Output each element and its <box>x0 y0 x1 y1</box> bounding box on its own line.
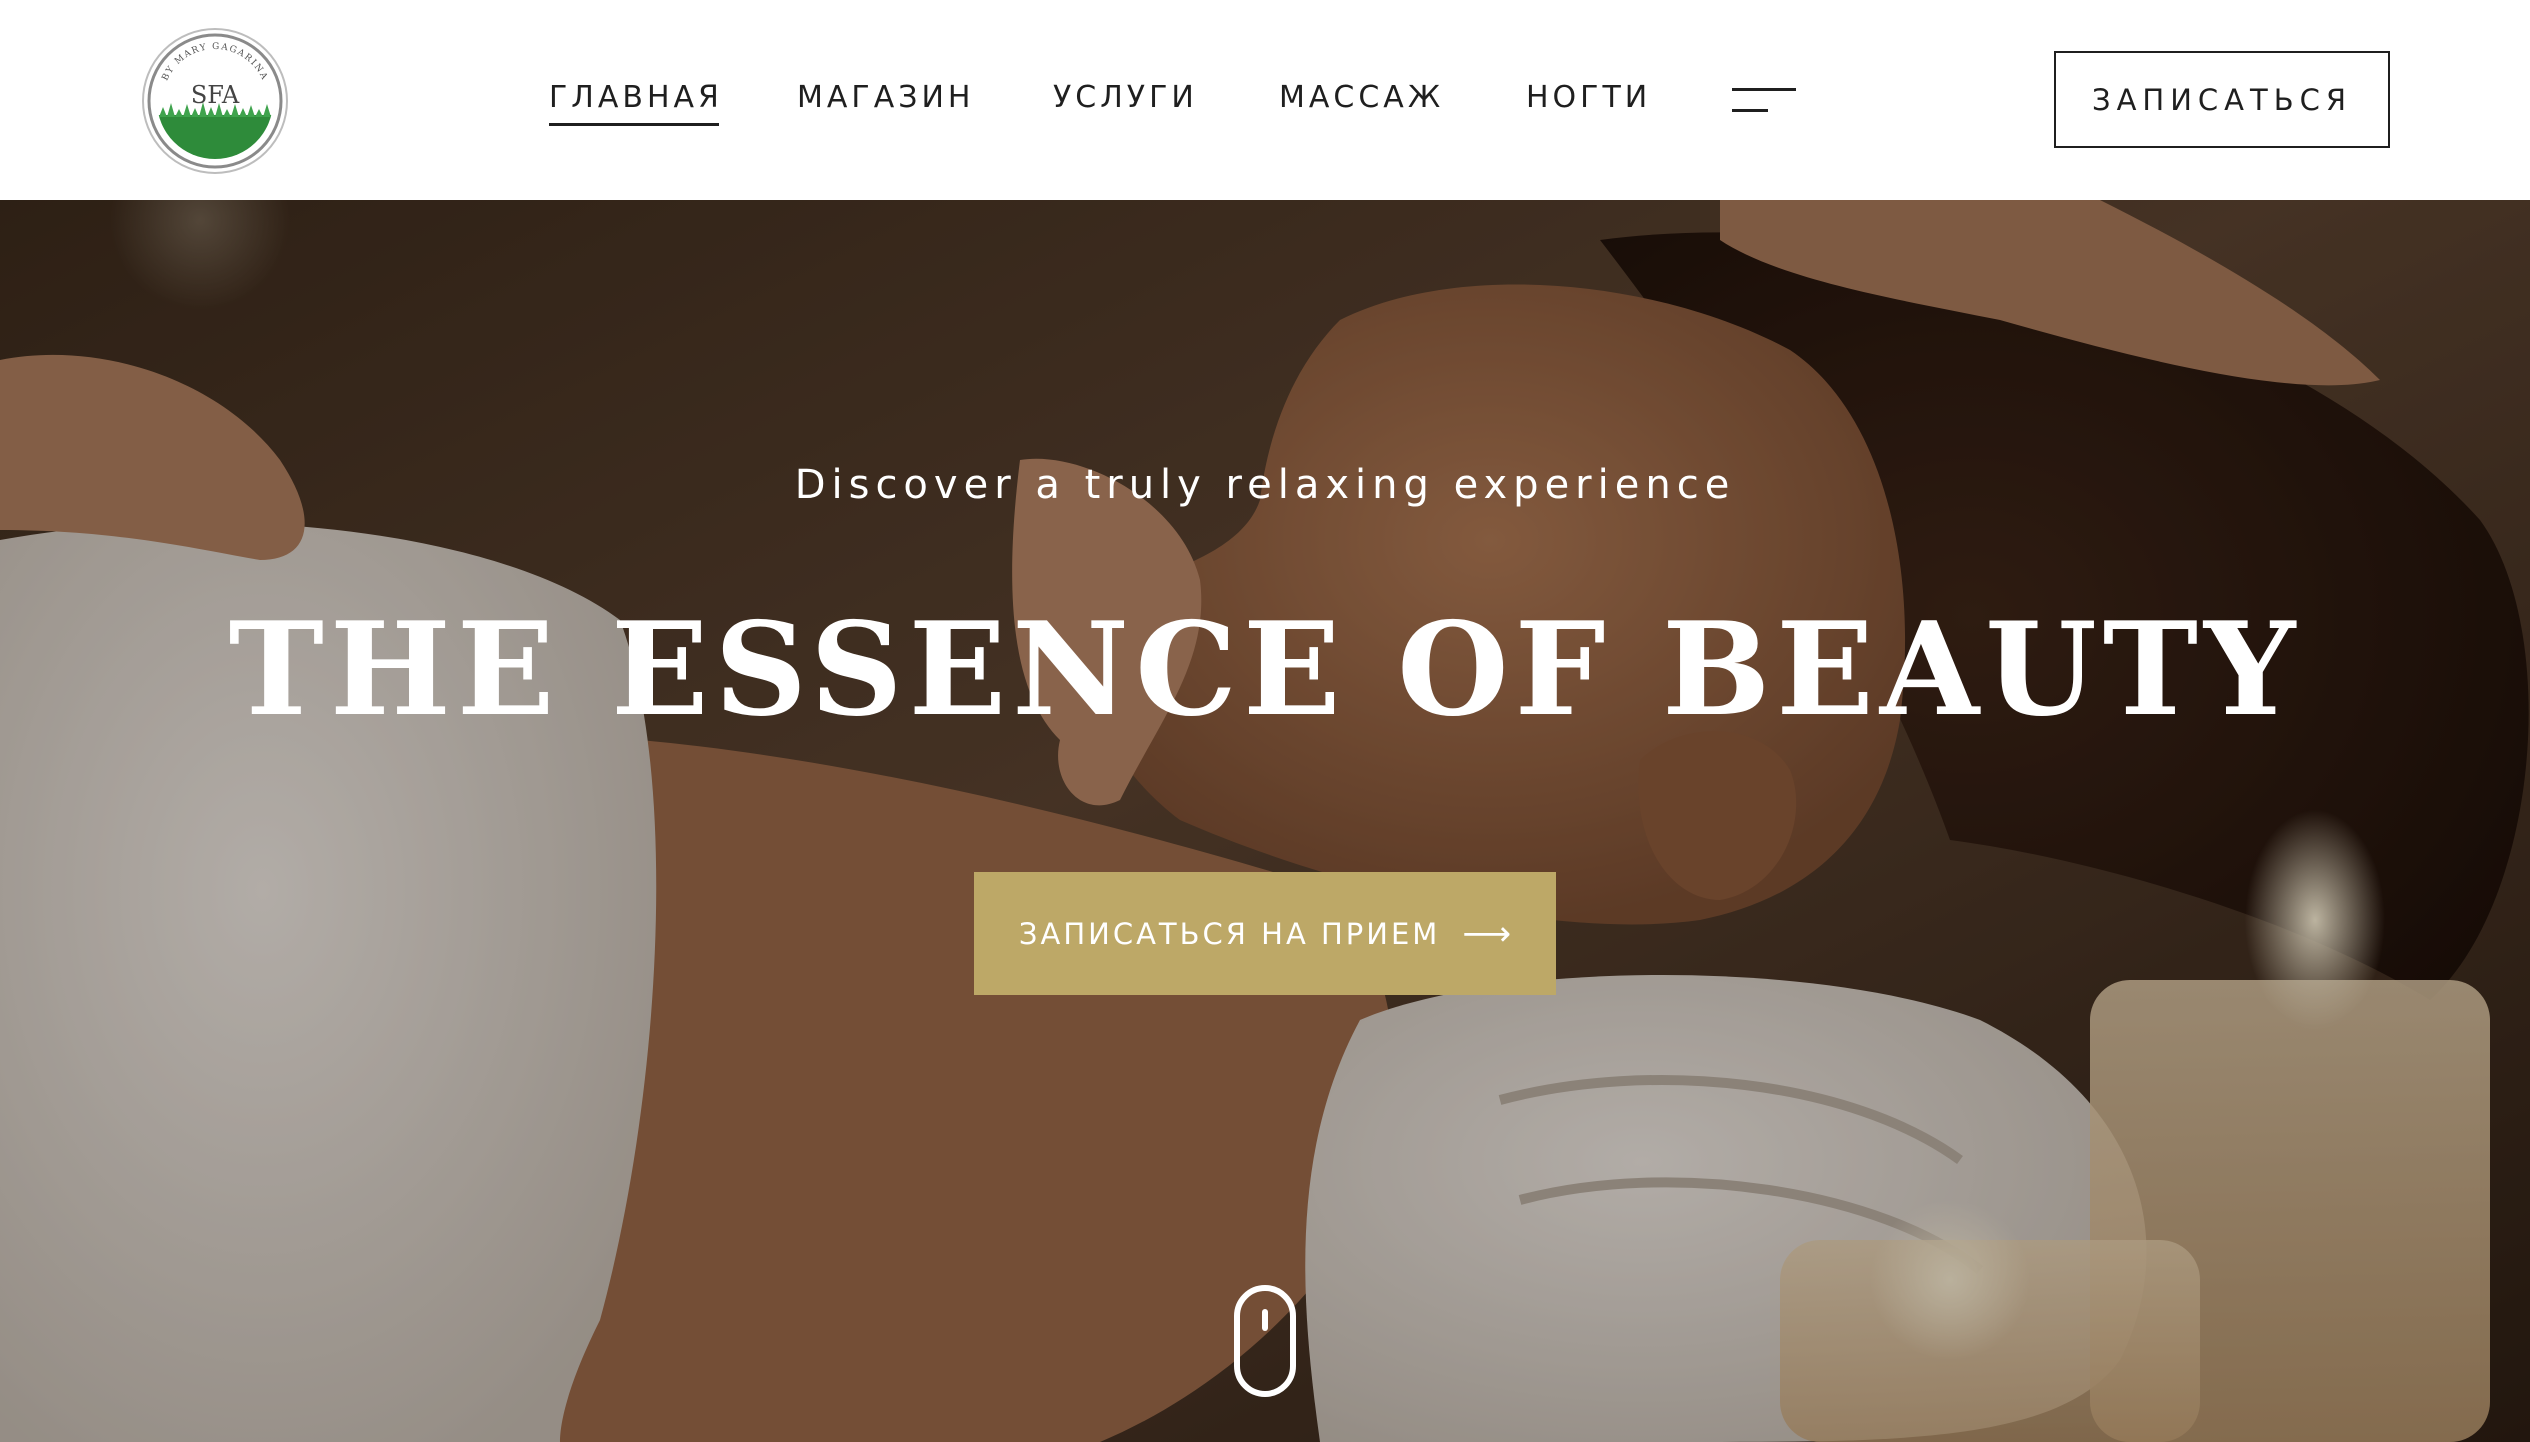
mouse-scroll-icon[interactable] <box>1233 1284 1297 1398</box>
nav-item-nails[interactable]: НОГТИ <box>1526 78 1651 118</box>
nav-item-home[interactable]: ГЛАВНАЯ <box>549 78 723 126</box>
hero-overlay <box>0 200 2530 1442</box>
menu-lines-icon[interactable] <box>1732 84 1796 118</box>
signup-button[interactable]: ЗАПИСАТЬСЯ <box>2054 51 2390 148</box>
book-appointment-button[interactable]: ЗАПИСАТЬСЯ НА ПРИЕМ ⟶ <box>974 872 1556 995</box>
arrow-right-icon: ⟶ <box>1462 913 1512 954</box>
hero-subtitle: Discover a truly relaxing experience <box>794 462 1736 508</box>
logo-text: SFA <box>191 81 240 109</box>
logo[interactable]: BY MARY GAGARINA SFA <box>141 27 289 175</box>
hero-title: THE ESSENCE OF BEAUTY <box>228 595 2302 745</box>
nav-item-services[interactable]: УСЛУГИ <box>1053 78 1198 118</box>
nav-item-shop[interactable]: МАГАЗИН <box>797 78 974 118</box>
hero-section: Discover a truly relaxing experience THE… <box>0 200 2530 1442</box>
book-appointment-label: ЗАПИСАТЬСЯ НА ПРИЕМ <box>1018 916 1441 951</box>
site-header: BY MARY GAGARINA SFA ГЛАВНАЯ МАГАЗИН УСЛ… <box>0 0 2530 200</box>
nav-item-massage[interactable]: МАССАЖ <box>1279 78 1444 118</box>
